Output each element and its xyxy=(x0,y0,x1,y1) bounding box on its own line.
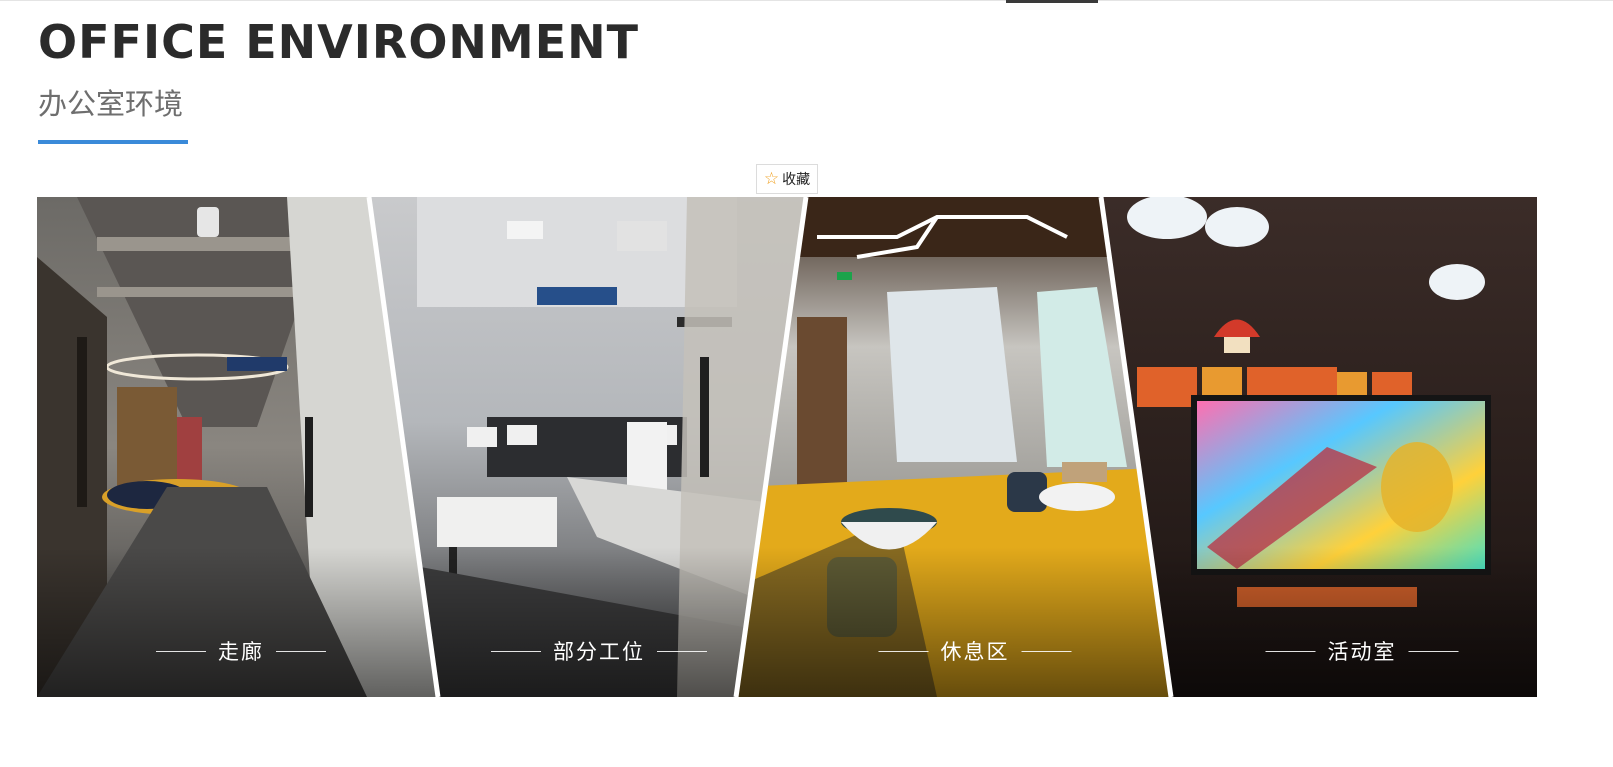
favorite-button[interactable]: ☆ 收藏 xyxy=(756,164,818,194)
caption-rule-left xyxy=(878,650,929,652)
caption-workstations[interactable]: 部分工位 xyxy=(491,636,707,666)
caption-rule-left xyxy=(156,650,206,652)
caption-rule-right xyxy=(1408,650,1459,652)
caption-rule-left xyxy=(491,650,541,652)
top-border xyxy=(0,0,1613,1)
caption-rule-left xyxy=(1265,650,1316,652)
title-underline xyxy=(38,140,188,144)
caption-corridor[interactable]: 走廊 xyxy=(156,636,326,666)
favorite-label: 收藏 xyxy=(782,172,811,188)
section-title-cn: 办公室环境 xyxy=(38,87,184,121)
caption-text: 休息区 xyxy=(940,640,1010,664)
section-title-en: OFFICE ENVIRONMENT xyxy=(38,15,639,69)
caption-text: 走廊 xyxy=(218,640,264,664)
office-gallery xyxy=(37,197,1537,697)
caption-text: 部分工位 xyxy=(553,640,645,664)
caption-rule-right xyxy=(657,650,707,652)
gallery-canvas xyxy=(37,197,1537,697)
caption-activity-room[interactable]: 活动室 xyxy=(1265,636,1459,666)
star-outline-icon: ☆ xyxy=(763,168,780,189)
caption-lounge[interactable]: 休息区 xyxy=(878,636,1072,666)
caption-rule-right xyxy=(276,650,326,652)
caption-rule-right xyxy=(1021,650,1072,652)
caption-text: 活动室 xyxy=(1327,640,1397,664)
active-nav-indicator xyxy=(1006,0,1098,3)
